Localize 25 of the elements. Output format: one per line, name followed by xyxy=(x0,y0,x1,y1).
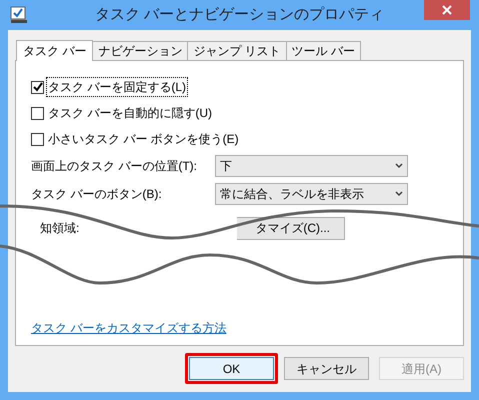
dropdown-label: 画面上のタスク バーの位置(T): xyxy=(31,158,198,175)
customize-button[interactable]: タマイズ(C)... xyxy=(237,216,345,240)
checkbox[interactable] xyxy=(31,80,44,94)
close-button[interactable] xyxy=(424,0,470,20)
dropdown-label: タスク バーのボタン(B): xyxy=(31,186,163,203)
checkbox-label[interactable]: 小さいタスク バー ボタンを使う(E) xyxy=(46,129,241,149)
tab[interactable]: ナビゲーション xyxy=(92,41,188,60)
chevron-down-icon xyxy=(395,191,403,197)
checkbox-label[interactable]: タスク バーを自動的に隠す(U) xyxy=(46,103,214,123)
dropdown[interactable]: 常に結合、ラベルを非表示 xyxy=(215,183,408,205)
window-title: タスク バーとナビゲーションのプロパティ xyxy=(94,4,386,25)
checkbox[interactable] xyxy=(31,132,44,146)
tab[interactable]: タスク バー xyxy=(16,40,94,61)
tab[interactable]: ツール バー xyxy=(286,41,362,60)
dialog-button[interactable]: OK xyxy=(189,357,274,380)
help-link[interactable]: タスク バーをカスタマイズする方法 xyxy=(31,321,226,335)
checkbox-label[interactable]: タスク バーを固定する(L) xyxy=(46,77,188,97)
checkbox[interactable] xyxy=(31,106,44,120)
taskbar-icon xyxy=(10,6,28,24)
close-icon xyxy=(442,5,452,15)
tab[interactable]: ジャンプ リスト xyxy=(187,41,287,60)
chevron-down-icon xyxy=(395,163,403,169)
notification-area-label: 知領域: xyxy=(39,220,80,237)
dialog-button[interactable]: キャンセル xyxy=(284,357,369,380)
dropdown[interactable]: 下 xyxy=(215,155,408,177)
